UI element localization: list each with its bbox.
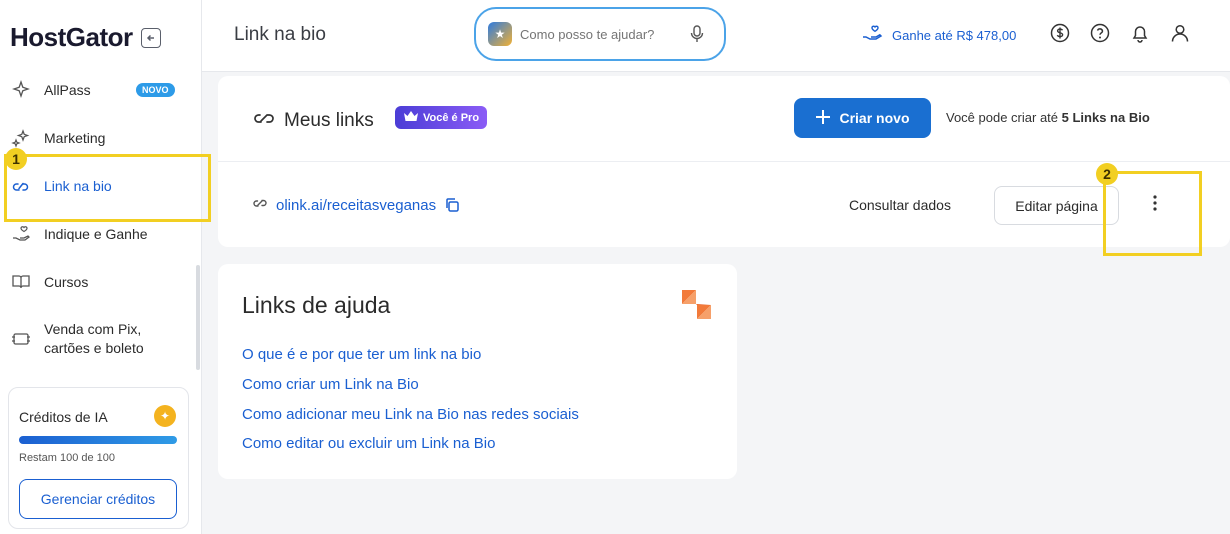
coin-icon: ✦ [154,405,176,427]
sparkle-icon [10,127,32,149]
consult-data-link[interactable]: Consultar dados [849,197,951,213]
sidebar-item-marketing[interactable]: Marketing [10,127,105,149]
sidebar-item-label: AllPass [44,82,91,98]
help-link-how-create[interactable]: Como criar um Link na Bio [242,376,419,393]
logo-row: HostGator [10,22,161,53]
user-icon[interactable] [1169,22,1191,44]
highlight-box-1 [4,154,211,222]
bell-icon[interactable] [1129,22,1151,44]
search-input[interactable] [520,26,680,42]
help-link-edit-delete[interactable]: Como editar ou excluir um Link na Bio [242,435,495,452]
book-icon [10,271,32,293]
highlight-box-2 [1103,171,1202,256]
novo-badge: NOVO [136,83,175,97]
create-new-button[interactable]: Criar novo [794,98,931,138]
my-links-title: Meus links [252,108,374,134]
sidebar-item-label-line2: cartões e boleto [44,340,144,356]
sidebar-item-cursos[interactable]: Cursos [10,271,88,293]
copy-icon[interactable] [444,197,460,213]
assistant-avatar-icon: ★ [488,22,512,46]
edit-page-button[interactable]: Editar página [994,186,1119,225]
crown-icon [403,110,419,125]
sidebar-item-venda-com-pix[interactable]: Venda com Pix, cartões e boleto [10,320,144,358]
hand-heart-icon [862,24,884,47]
link-icon [252,196,268,214]
page-title: Link na bio [234,24,326,45]
credits-progress-fill [19,436,177,444]
sidebar: HostGator AllPass NOVO Marketing Link na… [0,0,202,534]
sidebar-item-label: Venda com Pix, cartões e boleto [44,320,144,358]
collapse-sidebar-icon[interactable] [140,27,161,48]
credits-title: Créditos de IA [19,409,108,425]
plus-icon [815,109,831,128]
links-limit-text: Você pode criar até 5 Links na Bio [946,110,1150,125]
billing-dollar-icon[interactable] [1049,22,1071,44]
hostgator-logo[interactable]: HostGator [10,22,133,53]
credits-progress-bar [19,436,177,444]
help-icon[interactable] [1089,22,1111,44]
hand-heart-icon [10,223,32,245]
earn-label: Ganhe até R$ 478,00 [892,28,1017,43]
top-bar: Link na bio ★ Ganhe até R$ 478,00 [202,0,1230,72]
sparkle-icon [10,79,32,101]
sidebar-item-label-line1: Venda com Pix, [44,321,142,337]
help-links-card: Links de ajuda O que é e por que ter um … [218,264,737,479]
help-link-what-is[interactable]: O que é e por que ter um link na bio [242,346,481,363]
limit-value: 5 Links na Bio [1061,110,1150,125]
brand-triangles-icon [680,288,714,322]
ai-credits-card: Créditos de IA ✦ Restam 100 de 100 Geren… [8,387,189,529]
credits-remaining: Restam 100 de 100 [19,452,116,464]
link-icon [252,108,276,134]
assistant-search-box[interactable]: ★ [474,7,726,61]
sidebar-item-label: Cursos [44,274,89,290]
sidebar-item-label: Marketing [44,130,106,146]
sidebar-item-indique-e-ganhe[interactable]: Indique e Ganhe [10,223,148,245]
sidebar-scrollbar[interactable] [196,265,200,370]
payment-icon [10,328,32,350]
help-link-add-social[interactable]: Como adicionar meu Link na Bio nas redes… [242,406,579,423]
my-links-title-text: Meus links [284,110,374,131]
pro-badge-label: Você é Pro [423,111,480,124]
limit-prefix: Você pode criar até [946,110,1062,125]
sidebar-item-label: Indique e Ganhe [44,226,148,242]
bio-link-url[interactable]: olink.ai/receitasveganas [276,197,436,214]
referral-earn-link[interactable]: Ganhe até R$ 478,00 [862,24,1016,47]
help-title: Links de ajuda [242,292,391,318]
create-new-label: Criar novo [839,110,910,126]
my-links-card: Meus links Você é Pro Criar novo Você po… [218,76,1230,247]
sidebar-item-allpass[interactable]: AllPass [10,79,91,101]
step-marker-1: 1 [5,148,27,170]
pro-badge: Você é Pro [395,106,488,129]
step-marker-2: 2 [1096,163,1118,185]
link-row-url: olink.ai/receitasveganas [252,196,460,214]
manage-credits-button[interactable]: Gerenciar créditos [19,479,177,519]
microphone-icon[interactable] [688,25,706,43]
